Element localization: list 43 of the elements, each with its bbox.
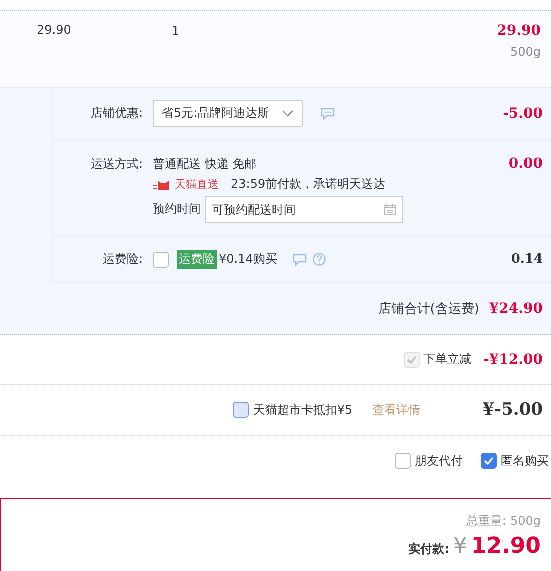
option-label: 朋友代付 [415,452,463,470]
item-weight: 500g [510,45,541,59]
checkbox[interactable] [481,453,497,469]
check-icon [406,356,417,364]
card-label: 天猫超市卡抵扣¥5 [253,402,353,418]
caret-icon [282,110,294,118]
field-label: 预约时间 [153,201,201,218]
calendar-icon [384,204,396,215]
check-icon [484,457,494,465]
shipping-amount: 0.00 [508,156,543,172]
insurance-tag: 运费险 [177,250,217,269]
card-amount: ¥-5.00 [482,400,543,420]
weight-label: 总重量: [466,513,506,530]
field-label: 店铺优惠: [90,105,143,122]
instant-discount-amount: -¥12.00 [484,352,543,368]
checkbox[interactable] [233,402,250,418]
discount-label: 下单立减 [424,351,472,368]
subtotal: 29.90 [497,23,541,39]
discount-amount: -5.00 [503,106,543,122]
insurance-price: ¥0.14购买 [219,251,278,268]
checkbox[interactable] [153,252,169,268]
field-label: 运送方式: [90,156,143,173]
quantity: 1 [172,24,180,38]
insurance-amount: 0.14 [511,252,543,267]
checkbox[interactable] [395,453,411,469]
shop-total-amount: ¥24.90 [489,300,543,316]
message-icon[interactable] [293,254,308,266]
help-icon[interactable] [313,253,326,266]
delivery-promise: 23:59前付款，承诺明天送达 [231,176,386,193]
option-label: 匿名购买 [501,452,549,470]
delivery-label: 天猫直送 [175,177,219,192]
date-field[interactable]: 可预约配送时间 [205,196,403,223]
pay-label: 实付款: [408,541,450,558]
shop-total-label: 店铺合计(含运费) [378,300,480,318]
currency-sign: ¥ [453,534,468,559]
message-icon[interactable] [320,108,335,120]
pay-amount: 12.90 [471,534,541,559]
cat-logo-icon [153,180,171,190]
total-weight: 500g [510,514,541,528]
field-label: 运费险: [102,251,143,268]
discount-dropdown[interactable]: 省5元:品牌阿迪达斯 [153,100,303,127]
unit-price: 29.90 [37,23,72,37]
shipping-method: 普通配送 快递 免邮 [153,156,257,173]
